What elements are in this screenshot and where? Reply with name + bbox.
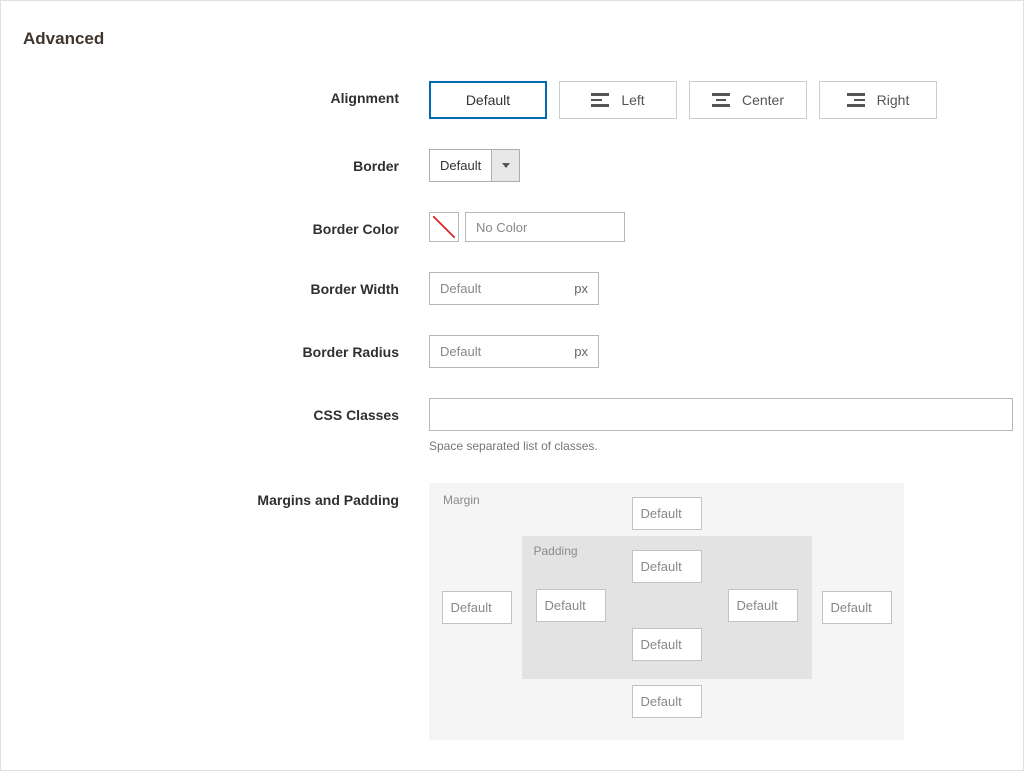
margin-top-input[interactable] bbox=[632, 497, 702, 530]
padding-bottom-input[interactable] bbox=[632, 628, 702, 661]
field-border-color: Border Color bbox=[11, 212, 1013, 242]
border-select-value: Default bbox=[430, 150, 491, 181]
margin-right-input[interactable] bbox=[822, 591, 892, 624]
css-classes-input[interactable] bbox=[429, 398, 1013, 431]
padding-box: Padding bbox=[522, 536, 812, 679]
chevron-down-icon bbox=[491, 150, 519, 181]
label-css-classes: CSS Classes bbox=[11, 398, 429, 423]
label-border-width: Border Width bbox=[11, 272, 429, 297]
margin-label: Margin bbox=[443, 493, 480, 507]
form-body: Alignment Default Left bbox=[1, 57, 1023, 770]
alignment-center-button[interactable]: Center bbox=[689, 81, 807, 119]
label-border-color: Border Color bbox=[11, 212, 429, 237]
border-radius-input[interactable] bbox=[430, 344, 574, 359]
alignment-center-label: Center bbox=[742, 92, 784, 108]
padding-label: Padding bbox=[534, 544, 578, 558]
border-color-swatch[interactable] bbox=[429, 212, 459, 242]
label-border-radius: Border Radius bbox=[11, 335, 429, 360]
alignment-default-button[interactable]: Default bbox=[429, 81, 547, 119]
alignment-group: Default Left Center bbox=[429, 81, 1013, 119]
margin-left-input[interactable] bbox=[442, 591, 512, 624]
margin-bottom-input[interactable] bbox=[632, 685, 702, 718]
label-margins-padding: Margins and Padding bbox=[11, 483, 429, 508]
alignment-default-label: Default bbox=[466, 92, 510, 108]
border-width-unit: px bbox=[574, 281, 598, 296]
align-left-icon bbox=[591, 93, 609, 107]
panel-title: Advanced bbox=[1, 1, 1023, 57]
field-border-radius: Border Radius px bbox=[11, 335, 1013, 368]
border-radius-unit: px bbox=[574, 344, 598, 359]
field-border: Border Default bbox=[11, 149, 1013, 182]
css-classes-hint: Space separated list of classes. bbox=[429, 439, 1013, 453]
field-margins-padding: Margins and Padding Margin Padding bbox=[11, 483, 1013, 740]
field-css-classes: CSS Classes Space separated list of clas… bbox=[11, 398, 1013, 453]
border-width-input[interactable] bbox=[430, 281, 574, 296]
alignment-right-label: Right bbox=[877, 92, 910, 108]
alignment-left-button[interactable]: Left bbox=[559, 81, 677, 119]
alignment-left-label: Left bbox=[621, 92, 644, 108]
padding-left-input[interactable] bbox=[536, 589, 606, 622]
align-center-icon bbox=[712, 93, 730, 107]
padding-right-input[interactable] bbox=[728, 589, 798, 622]
label-border: Border bbox=[11, 149, 429, 174]
field-border-width: Border Width px bbox=[11, 272, 1013, 305]
field-alignment: Alignment Default Left bbox=[11, 81, 1013, 119]
border-color-input[interactable] bbox=[465, 212, 625, 242]
padding-top-input[interactable] bbox=[632, 550, 702, 583]
alignment-right-button[interactable]: Right bbox=[819, 81, 937, 119]
margin-box: Margin Padding bbox=[429, 483, 904, 740]
align-right-icon bbox=[847, 93, 865, 107]
border-select[interactable]: Default bbox=[429, 149, 520, 182]
label-alignment: Alignment bbox=[11, 81, 429, 106]
advanced-panel: Advanced Alignment Default Left bbox=[0, 0, 1024, 771]
